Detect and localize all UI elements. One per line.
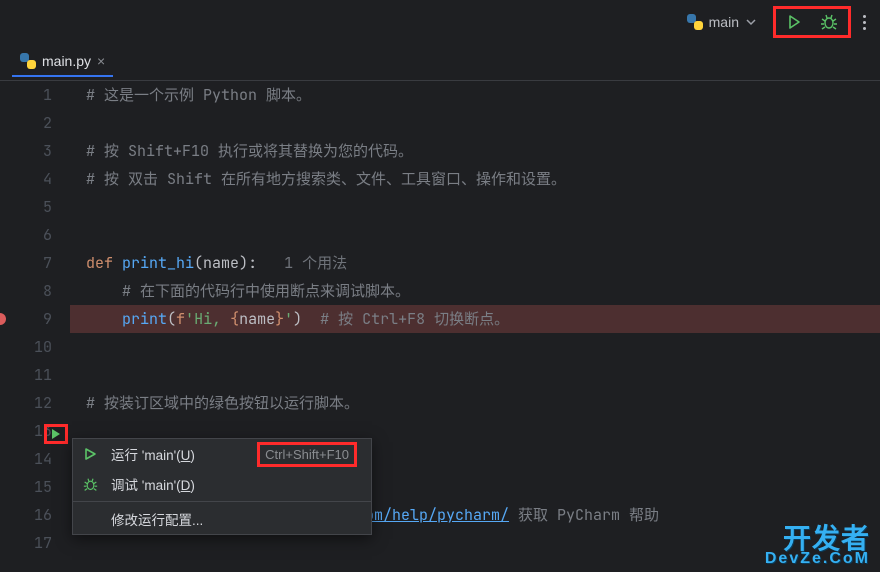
line-number: 3 [0,137,52,165]
menu-separator [73,501,371,502]
bug-icon [83,477,101,492]
play-icon [83,447,101,461]
line-number: 5 [0,193,52,221]
play-icon [786,14,802,30]
line-number: 9 [0,305,52,333]
chevron-down-icon [745,16,757,28]
line-number: 7 [0,249,52,277]
editor-tab-bar: main.py × [0,44,880,80]
menu-run-main[interactable]: 运行 'main'(U) Ctrl+Shift+F10 [73,439,371,469]
tab-close-button[interactable]: × [97,53,105,69]
run-config-name: main [709,14,739,30]
menu-edit-config[interactable]: 修改运行配置... [73,504,371,534]
run-context-menu: 运行 'main'(U) Ctrl+Shift+F10 调试 'main'(D)… [72,438,372,535]
line-number: 16 [0,501,52,529]
debug-button[interactable] [820,13,838,31]
line-number: 17 [0,529,52,557]
play-icon [50,428,62,440]
line-number: 11 [0,361,52,389]
menu-run-shortcut: Ctrl+Shift+F10 [257,442,357,467]
line-number: 14 [0,445,52,473]
line-number: 15 [0,473,52,501]
watermark: 开发者 DevZe.CoM [765,526,870,566]
line-number: 13 [0,417,52,445]
menu-config-label: 修改运行配置... [111,509,203,529]
python-file-icon [20,53,36,69]
top-toolbar: main [0,0,880,44]
line-number: 6 [0,221,52,249]
menu-debug-label: 调试 'main'(D) [111,474,195,494]
run-debug-highlight [773,6,851,38]
run-button[interactable] [786,14,802,30]
menu-debug-main[interactable]: 调试 'main'(D) [73,469,371,499]
python-icon [687,14,703,30]
line-number: 12 [0,389,52,417]
file-tab-main[interactable]: main.py × [12,47,113,77]
run-configuration-selector[interactable]: main [679,10,765,34]
line-number: 2 [0,109,52,137]
line-number-gutter: 1 2 3 4 5 6 7 8 9 10 11 12 13 14 15 16 1… [0,81,70,572]
tab-filename: main.py [42,53,91,69]
line-number: 10 [0,333,52,361]
breakpoint-marker[interactable] [0,313,6,325]
line-number: 4 [0,165,52,193]
line-number: 1 [0,81,52,109]
more-actions-button[interactable] [859,9,870,36]
gutter-run-button[interactable] [44,424,68,444]
line-number: 8 [0,277,52,305]
menu-run-label: 运行 'main'(U) [111,444,195,464]
bug-icon [820,13,838,31]
